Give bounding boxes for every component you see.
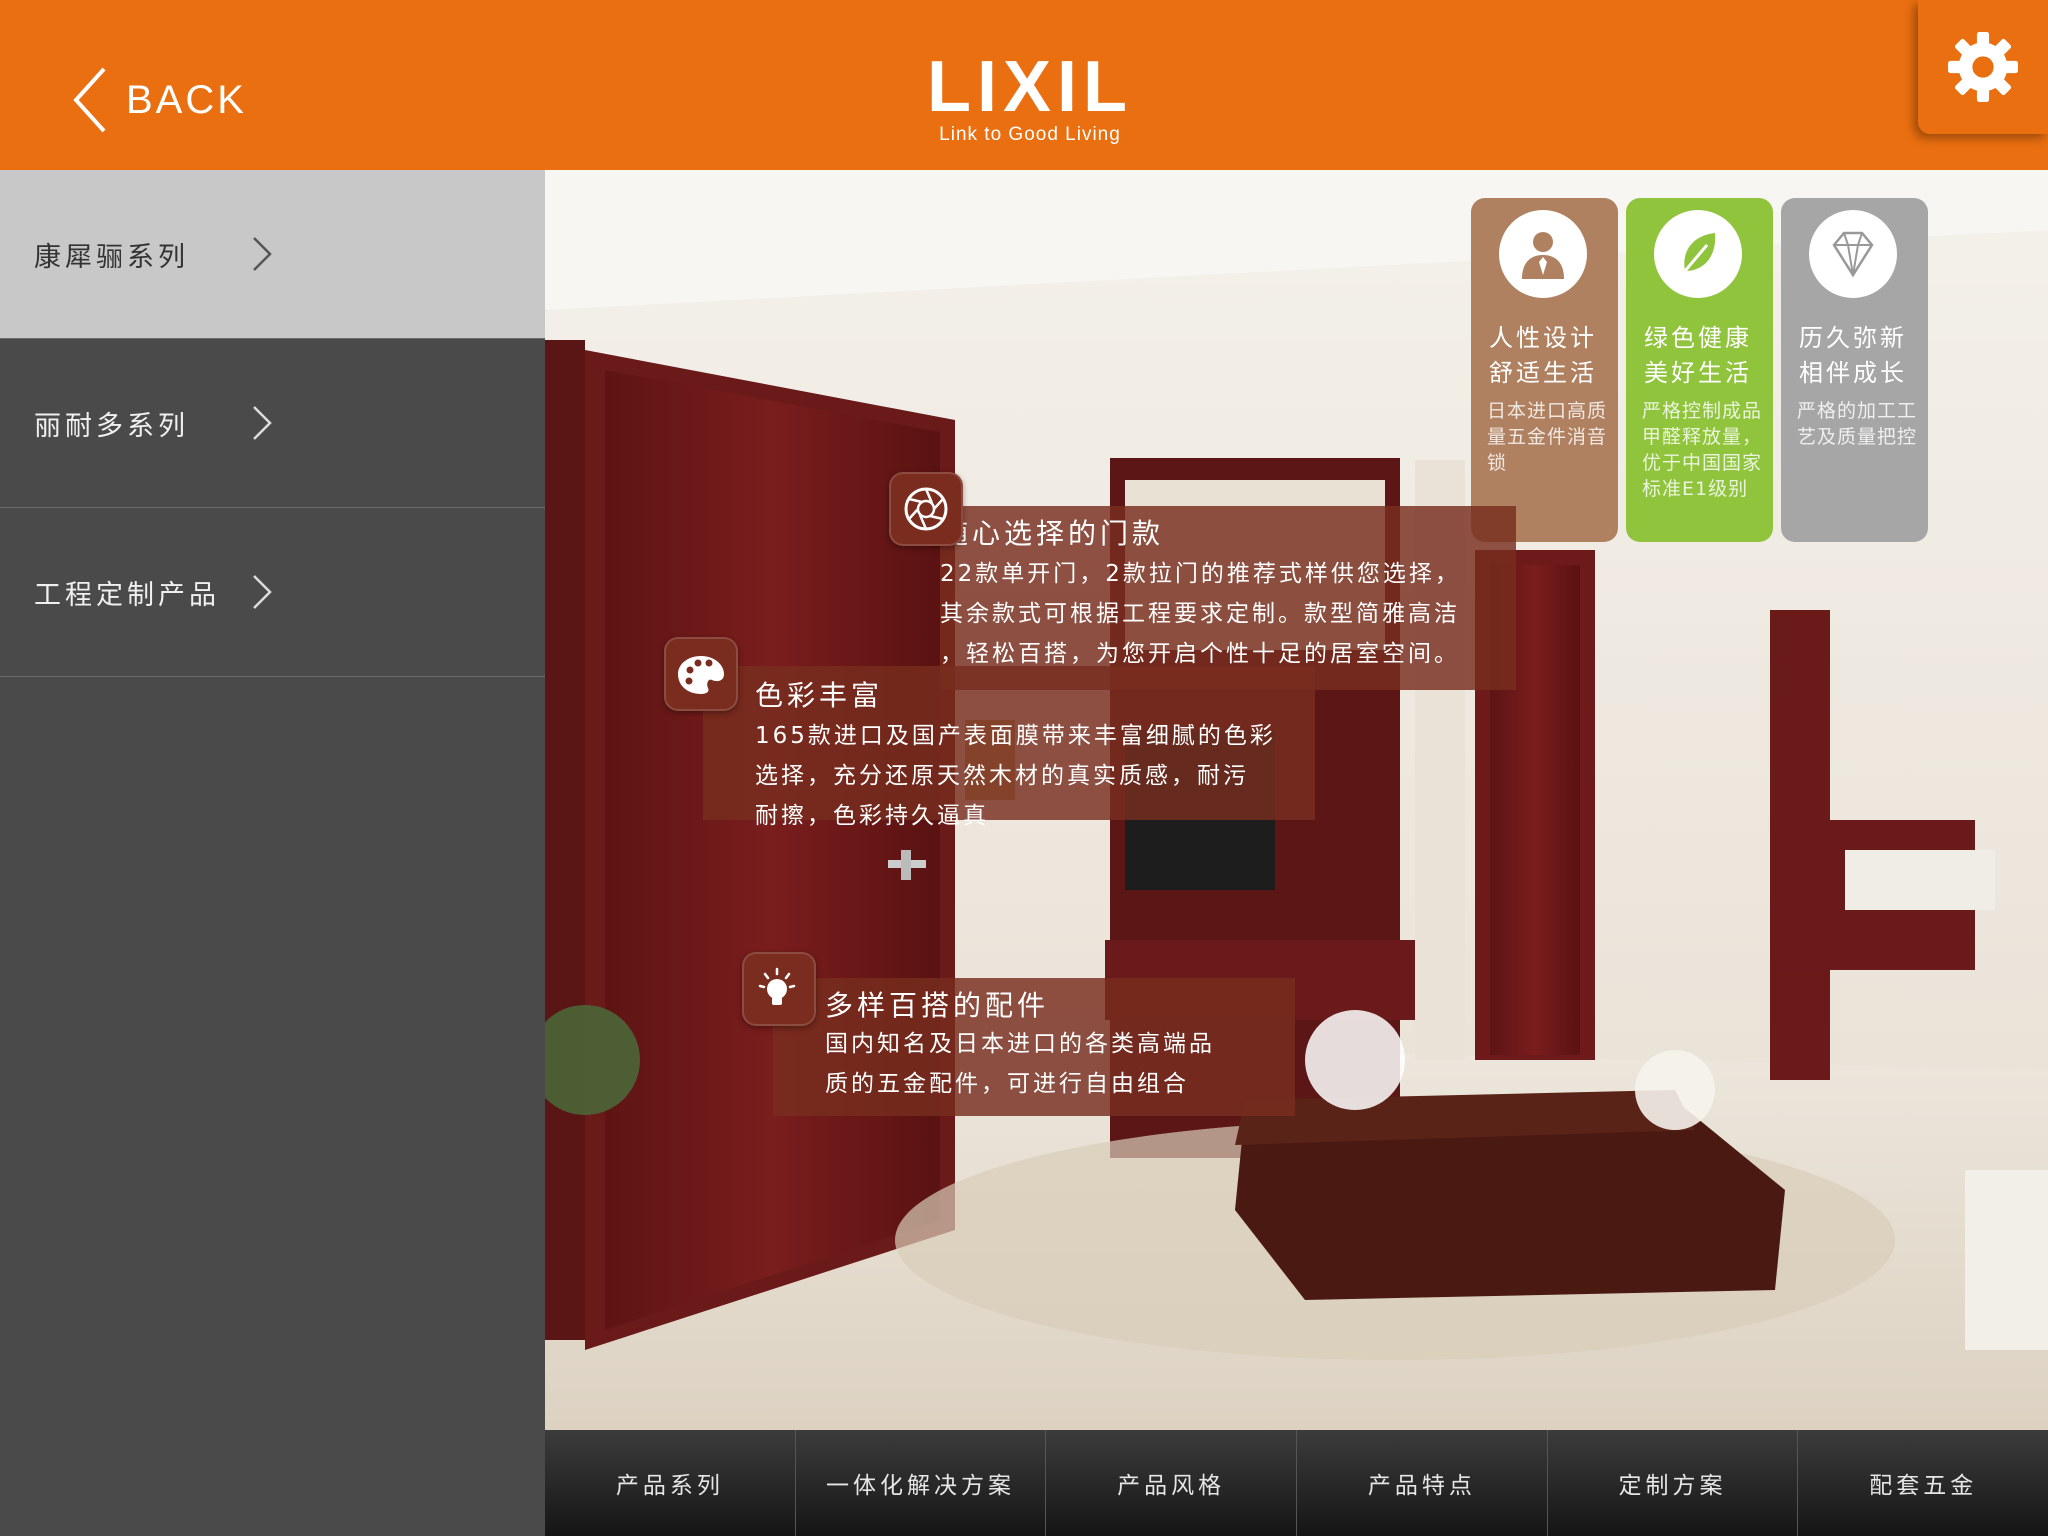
tab-product-series[interactable]: 产品系列 — [545, 1430, 796, 1536]
app-header: BACK LIXIL Link to Good Living — [0, 0, 2048, 170]
tab-custom-solutions[interactable]: 定制方案 — [1548, 1430, 1799, 1536]
sidebar-item-label: 工程定制产品 — [34, 579, 220, 611]
feature-rich-colors: 色彩丰富 165款进口及国产表面膜带来丰富细腻的色彩 选择，充分还原天然木材的真… — [703, 666, 1315, 829]
tab-product-styles[interactable]: 产品风格 — [1046, 1430, 1298, 1536]
sidebar-item-linaiduo[interactable]: 丽耐多系列 — [0, 339, 545, 508]
card-title-line1: 绿色健康 — [1644, 324, 1752, 352]
feature-title: 多样百搭的配件 — [825, 989, 1050, 1022]
logo-tagline: Link to Good Living — [939, 124, 1121, 145]
feature-door-styles: 随心选择的门款 22款单开门，2款拉门的推荐式样供您选择， 其余款式可根据工程要… — [940, 506, 1516, 690]
logo-wordmark: LIXIL — [927, 47, 1133, 127]
card-title-line2: 相伴成长 — [1799, 359, 1907, 387]
back-label: BACK — [126, 77, 247, 122]
tab-integrated-solutions[interactable]: 一体化解决方案 — [796, 1430, 1047, 1536]
feature-line: 165款进口及国产表面膜带来丰富细腻的色彩 — [755, 723, 1276, 749]
feature-line: 质的五金配件，可进行自由组合 — [825, 1071, 1189, 1097]
lightbulb-icon[interactable] — [742, 952, 816, 1026]
sidebar-item-custom-products[interactable]: 工程定制产品 — [0, 508, 545, 677]
chevron-left-icon — [73, 67, 106, 133]
series-sidebar: 康犀骊系列 丽耐多系列 工程定制产品 — [0, 170, 545, 1536]
bottom-tab-bar: 产品系列 一体化解决方案 产品风格 产品特点 定制方案 配套五金 — [545, 1430, 2048, 1536]
person-tie-icon — [1499, 210, 1587, 298]
feature-body: 22款单开门，2款拉门的推荐式样供您选择， 其余款式可根据工程要求定制。款型简雅… — [940, 554, 1461, 674]
feature-body: 165款进口及国产表面膜带来丰富细腻的色彩 选择，充分还原天然木材的真实质感，耐… — [755, 716, 1276, 836]
chevron-right-icon — [253, 237, 272, 271]
feature-card-durable[interactable]: 历久弥新 相伴成长 严格的加工工艺及质量把控 — [1781, 198, 1928, 542]
gear-icon — [1948, 32, 2018, 102]
feature-line: 22款单开门，2款拉门的推荐式样供您选择， — [940, 561, 1461, 587]
chevron-right-icon — [253, 406, 272, 440]
feature-line: 选择，充分还原天然木材的真实质感，耐污 — [755, 763, 1249, 789]
chevron-right-icon — [253, 575, 272, 609]
product-showcase: 人性设计 舒适生活 日本进口高质量五金件消音锁 绿色健康 美好生活 严格控制成品… — [545, 170, 2048, 1430]
feature-line: 耐擦，色彩持久逼真 — [755, 803, 989, 829]
feature-title: 随心选择的门款 — [940, 517, 1165, 550]
feature-line: 其余款式可根据工程要求定制。款型简雅高洁 — [940, 601, 1460, 627]
card-description: 日本进口高质量五金件消音锁 — [1487, 400, 1608, 474]
feature-line: 国内知名及日本进口的各类高端品 — [825, 1031, 1215, 1057]
feature-body: 国内知名及日本进口的各类高端品 质的五金配件，可进行自由组合 — [825, 1024, 1215, 1104]
sidebar-item-kangxili[interactable]: 康犀骊系列 — [0, 170, 545, 339]
card-title-line1: 人性设计 — [1489, 324, 1597, 352]
sidebar-item-label: 康犀骊系列 — [34, 241, 189, 273]
card-description: 严格控制成品甲醛释放量，优于中国国家标准E1级别 — [1642, 400, 1763, 500]
lixil-logo: LIXIL Link to Good Living — [900, 47, 1160, 146]
card-description: 严格的加工工艺及质量把控 — [1797, 400, 1918, 448]
feature-accessories: 多样百搭的配件 国内知名及日本进口的各类高端品 质的五金配件，可进行自由组合 — [773, 978, 1295, 1116]
back-button[interactable]: BACK — [70, 60, 247, 140]
palette-icon[interactable] — [664, 637, 738, 711]
card-title-line1: 历久弥新 — [1799, 324, 1907, 352]
tab-product-features[interactable]: 产品特点 — [1297, 1430, 1548, 1536]
card-title-line2: 舒适生活 — [1489, 359, 1597, 387]
feature-title: 色彩丰富 — [755, 679, 884, 712]
card-title-line2: 美好生活 — [1644, 359, 1752, 387]
sidebar-item-label: 丽耐多系列 — [34, 410, 189, 442]
aperture-icon[interactable] — [889, 472, 963, 546]
feature-card-green-health[interactable]: 绿色健康 美好生活 严格控制成品甲醛释放量，优于中国国家标准E1级别 — [1626, 198, 1773, 542]
tab-hardware[interactable]: 配套五金 — [1798, 1430, 2048, 1536]
leaf-icon — [1654, 210, 1742, 298]
settings-button[interactable] — [1918, 0, 2048, 134]
diamond-icon — [1809, 210, 1897, 298]
feature-card-human-design[interactable]: 人性设计 舒适生活 日本进口高质量五金件消音锁 — [1471, 198, 1618, 542]
